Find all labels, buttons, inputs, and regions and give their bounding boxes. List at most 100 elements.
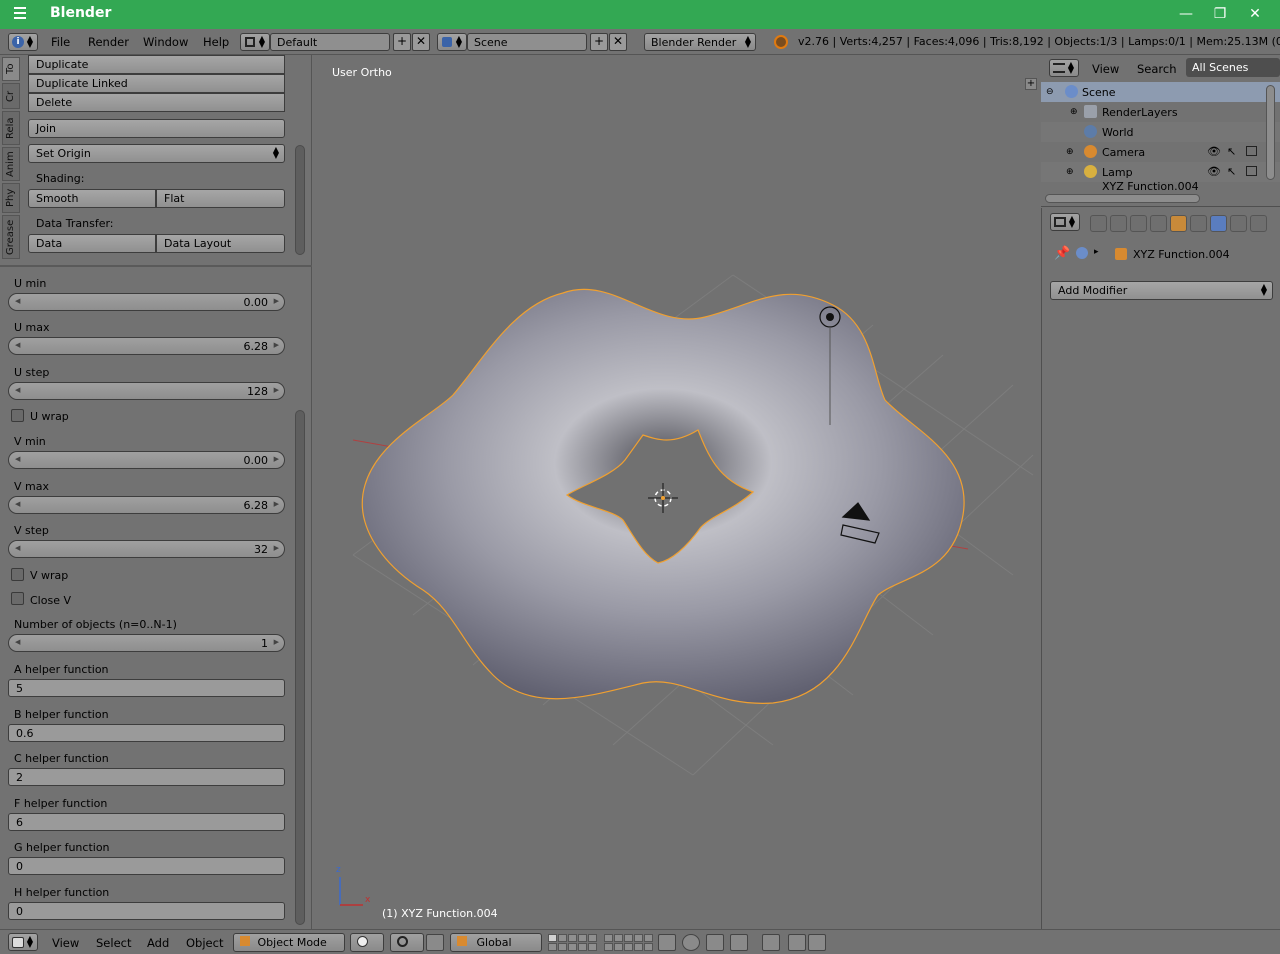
proportional-edit-icon[interactable] [682, 934, 700, 951]
outliner-menu-search[interactable]: Search [1137, 62, 1177, 76]
outliner-row-scene[interactable]: ⊖ Scene [1041, 82, 1280, 102]
render-animation-icon[interactable] [808, 934, 826, 951]
a-helper-field[interactable]: 5 [8, 679, 285, 697]
n-objects-field[interactable]: ◀ 1 ▶ [8, 634, 285, 652]
maximize-icon[interactable]: ❐ [1210, 5, 1230, 23]
pivot-point-dropdown[interactable] [390, 933, 424, 952]
menu-help[interactable]: Help [203, 35, 229, 49]
collapse-icon[interactable]: ⊖ [1046, 87, 1054, 97]
smooth-button[interactable]: Smooth [28, 189, 156, 208]
scene-field[interactable]: Scene [467, 33, 587, 51]
menu-view[interactable]: View [52, 936, 79, 950]
tab-animation[interactable]: Anim [2, 147, 20, 181]
delete-button[interactable]: Delete [28, 93, 285, 112]
menu-window[interactable]: Window [143, 35, 188, 49]
tab-relations[interactable]: Rela [2, 111, 20, 145]
object-tab-icon[interactable] [1170, 215, 1187, 232]
render-still-icon[interactable] [788, 934, 806, 951]
u-step-field[interactable]: ◀ 128 ▶ [8, 382, 285, 400]
layers-grid-1[interactable] [548, 934, 597, 951]
viewport-shading-dropdown[interactable] [350, 933, 384, 952]
outliner-filter-dropdown[interactable]: All Scenes [1186, 58, 1280, 77]
menu-file[interactable]: File [51, 35, 70, 49]
screen-layout-browse-button[interactable]: ▲ ▼ [240, 33, 270, 51]
set-origin-dropdown[interactable]: Set Origin ▲ ▼ [28, 144, 285, 163]
properties-editor-type-button[interactable]: ▲ ▼ [1050, 213, 1080, 231]
add-modifier-dropdown[interactable]: Add Modifier ▲ ▼ [1050, 281, 1273, 300]
editor-type-button[interactable]: i ▲ ▼ [8, 33, 38, 51]
transform-orientation-dropdown[interactable]: Global [450, 933, 542, 952]
render-engine-dropdown[interactable]: Blender Render ▲ ▼ [644, 33, 756, 51]
modifiers-tab-icon[interactable] [1210, 215, 1227, 232]
menu-add[interactable]: Add [147, 936, 169, 950]
tab-physics[interactable]: Phy [2, 183, 20, 213]
v-max-field[interactable]: ◀ 6.28 ▶ [8, 496, 285, 514]
scene-tab-icon[interactable] [1130, 215, 1147, 232]
tab-create[interactable]: Cr [2, 83, 20, 109]
v-wrap-checkbox[interactable] [11, 568, 24, 581]
duplicate-linked-button[interactable]: Duplicate Linked [28, 74, 285, 93]
render-tab-icon[interactable] [1090, 215, 1107, 232]
v-min-field[interactable]: ◀ 0.00 ▶ [8, 451, 285, 469]
outliner-row-renderlayers[interactable]: ⊕ RenderLayers [1041, 102, 1280, 122]
viewport-split-icon[interactable]: + [1025, 78, 1037, 90]
tools-scrollbar[interactable] [295, 145, 305, 255]
tab-grease-pencil[interactable]: Grease [2, 215, 20, 259]
expand-icon[interactable]: ⊕ [1066, 167, 1074, 177]
add-scene-icon[interactable]: + [590, 33, 608, 51]
select-cursor-icon[interactable]: ↖ [1227, 145, 1236, 158]
duplicate-button[interactable]: Duplicate [28, 55, 285, 74]
hamburger-menu-icon[interactable] [14, 7, 32, 21]
panel-divider[interactable] [0, 261, 312, 267]
outliner-h-scrollbar[interactable] [1045, 194, 1200, 203]
v-step-field[interactable]: ◀ 32 ▶ [8, 540, 285, 558]
snap-toggle-icon[interactable] [706, 934, 724, 951]
constraints-tab-icon[interactable] [1190, 215, 1207, 232]
remove-layout-icon[interactable]: ✕ [412, 33, 430, 51]
b-helper-field[interactable]: 0.6 [8, 724, 285, 742]
pin-icon[interactable]: 📌 [1054, 246, 1070, 261]
f-helper-field[interactable]: 6 [8, 813, 285, 831]
outliner-v-scrollbar[interactable] [1266, 85, 1275, 180]
g-helper-field[interactable]: 0 [8, 857, 285, 875]
add-layout-icon[interactable]: + [393, 33, 411, 51]
c-helper-field[interactable]: 2 [8, 768, 285, 786]
outliner-row-world[interactable]: World [1041, 122, 1280, 142]
u-wrap-checkbox[interactable] [11, 409, 24, 422]
material-tab-icon[interactable] [1250, 215, 1267, 232]
flat-button[interactable]: Flat [156, 189, 285, 208]
outliner-editor-type-button[interactable]: ▲ ▼ [1049, 59, 1079, 77]
view3d-editor-type-button[interactable]: ▲ ▼ [8, 933, 38, 951]
scene-browse-button[interactable]: ▲ ▼ [437, 33, 467, 51]
lock-camera-icon[interactable] [658, 934, 676, 951]
visibility-eye-icon[interactable]: 👁 [1207, 165, 1221, 178]
layers-grid-2[interactable] [604, 934, 653, 951]
outliner-row-camera[interactable]: ⊕ Camera 👁 ↖ [1041, 142, 1280, 162]
tab-tools[interactable]: To [2, 57, 20, 81]
close-icon[interactable]: ✕ [1245, 5, 1265, 23]
expand-icon[interactable]: ⊕ [1070, 107, 1078, 117]
join-button[interactable]: Join [28, 119, 285, 138]
remove-scene-icon[interactable]: ✕ [609, 33, 627, 51]
data-layout-button[interactable]: Data Layout [156, 234, 285, 253]
render-layers-tab-icon[interactable] [1110, 215, 1127, 232]
select-cursor-icon[interactable]: ↖ [1227, 165, 1236, 178]
world-tab-icon[interactable] [1150, 215, 1167, 232]
mode-dropdown[interactable]: Object Mode [233, 933, 345, 952]
data-tab-icon[interactable] [1230, 215, 1247, 232]
render-camera-icon[interactable] [1246, 146, 1257, 156]
snap-element-icon[interactable] [730, 934, 748, 951]
manipulator-toggle-icon[interactable] [426, 934, 444, 951]
outliner-row-xyz-function[interactable]: XYZ Function.004 [1041, 182, 1280, 192]
operator-scrollbar[interactable] [295, 410, 305, 925]
menu-object[interactable]: Object [186, 936, 223, 950]
expand-icon[interactable]: ⊕ [1066, 147, 1074, 157]
data-button[interactable]: Data [28, 234, 156, 253]
u-min-field[interactable]: ◀ 0.00 ▶ [8, 293, 285, 311]
render-opengl-icon[interactable] [762, 934, 780, 951]
menu-render[interactable]: Render [88, 35, 129, 49]
h-helper-field[interactable]: 0 [8, 902, 285, 920]
menu-select[interactable]: Select [96, 936, 131, 950]
visibility-eye-icon[interactable]: 👁 [1207, 145, 1221, 158]
u-max-field[interactable]: ◀ 6.28 ▶ [8, 337, 285, 355]
